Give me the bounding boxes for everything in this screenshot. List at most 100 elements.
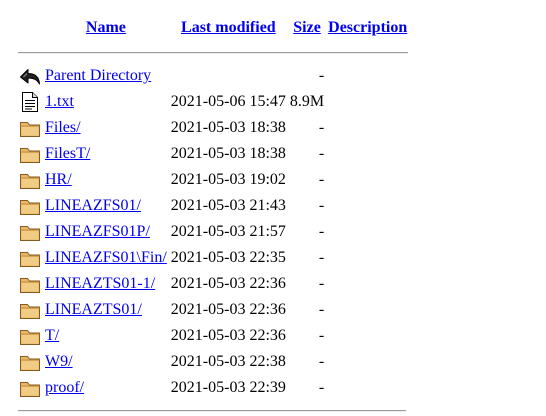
- entry-last-modified: 2021-05-03 22:36: [170, 327, 286, 344]
- header-divider: [18, 44, 409, 62]
- entry-link[interactable]: LINEAZTS01-1/: [45, 275, 155, 292]
- entry-size: -: [318, 275, 325, 292]
- entry-size: -: [318, 353, 325, 370]
- entry-description: [327, 64, 408, 88]
- entry-description: [327, 324, 408, 348]
- back-arrow-icon: [19, 65, 41, 87]
- entry-name-cell: LINEAZTS01/: [44, 298, 168, 322]
- folder-icon: [19, 299, 41, 321]
- entry-icon-cell: [18, 272, 42, 296]
- header-icon-spacer: [18, 18, 42, 42]
- entry-size: 8.9M: [289, 93, 325, 110]
- entry-description: [327, 142, 408, 166]
- folder-icon: [19, 195, 41, 217]
- folder-icon: [19, 273, 41, 295]
- entry-last-modified: 2021-05-03 21:57: [170, 223, 286, 240]
- entry-description: [327, 246, 408, 270]
- folder-icon: [19, 169, 41, 191]
- entry-size: -: [318, 301, 325, 318]
- entry-last-modified: 2021-05-03 18:38: [170, 119, 286, 136]
- entry-icon-cell: [18, 64, 42, 88]
- folder-icon: [19, 221, 41, 243]
- entry-icon-cell: [18, 350, 42, 374]
- entry-link[interactable]: 1.txt: [45, 93, 74, 110]
- entry-link[interactable]: Files/: [45, 119, 81, 136]
- entry-icon-cell: [18, 168, 42, 192]
- entry-link[interactable]: HR/: [45, 171, 72, 188]
- entry-description: [327, 116, 408, 140]
- entry-description: [327, 220, 408, 244]
- entry-last-modified: 2021-05-03 18:38: [170, 145, 286, 162]
- entry-last-modified: 2021-05-03 22:35: [170, 249, 286, 266]
- entry-icon-cell: [18, 194, 42, 218]
- entry-last-modified: 2021-05-03 19:02: [170, 171, 286, 188]
- folder-icon: [19, 325, 41, 347]
- entry-name-cell: Files/: [44, 116, 168, 140]
- entry-name-cell: Parent Directory: [44, 64, 168, 88]
- column-header-name: Name: [44, 18, 168, 42]
- entry-icon-cell: [18, 376, 42, 400]
- entry-last-modified: 2021-05-03 22:36: [170, 275, 286, 292]
- entry-link[interactable]: LINEAZFS01/: [45, 197, 141, 214]
- entry-description: [327, 90, 408, 114]
- header-row: Name Last modified Size Description: [18, 18, 408, 42]
- entry-size: -: [318, 197, 325, 214]
- entry-name-cell: T/: [44, 324, 168, 348]
- entry-link[interactable]: LINEAZFS01P/: [45, 223, 150, 240]
- list-item: Files/ 2021-05-03 18:38 -: [18, 116, 408, 140]
- entry-name-cell: proof/: [44, 376, 168, 400]
- entry-name-cell: LINEAZFS01/: [44, 194, 168, 218]
- entry-description: [327, 272, 408, 296]
- entry-size: -: [318, 171, 325, 188]
- entry-description: [327, 168, 408, 192]
- list-item: W9/ 2021-05-03 22:38 -: [18, 350, 408, 374]
- entry-description: [327, 350, 408, 374]
- list-item: FilesT/ 2021-05-03 18:38 -: [18, 142, 408, 166]
- sort-by-size-link[interactable]: Size: [293, 19, 321, 36]
- entry-name-cell: FilesT/: [44, 142, 168, 166]
- entry-link[interactable]: LINEAZTS01/: [45, 301, 142, 318]
- entry-size: -: [318, 223, 325, 240]
- entry-size: -: [318, 145, 325, 162]
- entry-last-modified: 2021-05-03 22:38: [170, 353, 286, 370]
- list-item: HR/ 2021-05-03 19:02 -: [18, 168, 408, 192]
- footer-divider: [18, 410, 406, 412]
- entry-name-cell: LINEAZFS01P/: [44, 220, 168, 244]
- sort-by-name-link[interactable]: Name: [86, 19, 126, 36]
- column-header-size: Size: [289, 18, 325, 42]
- entry-size: -: [318, 67, 325, 84]
- entry-description: [327, 376, 408, 400]
- sort-by-description-link[interactable]: Description: [328, 19, 407, 36]
- list-item: LINEAZTS01-1/ 2021-05-03 22:36 -: [18, 272, 408, 296]
- entry-name-cell: W9/: [44, 350, 168, 374]
- entry-last-modified: 2021-05-06 15:47: [170, 93, 286, 110]
- entry-icon-cell: [18, 220, 42, 244]
- entry-icon-cell: [18, 116, 42, 140]
- entry-size: -: [318, 379, 325, 396]
- list-item: LINEAZFS01P/ 2021-05-03 21:57 -: [18, 220, 408, 244]
- folder-icon: [19, 351, 41, 373]
- column-header-description: Description: [327, 18, 408, 42]
- entry-link[interactable]: LINEAZFS01\Fin/: [45, 249, 167, 266]
- entry-last-modified: 2021-05-03 21:43: [170, 197, 286, 214]
- entry-icon-cell: [18, 324, 42, 348]
- entry-size: -: [318, 327, 325, 344]
- entry-link[interactable]: FilesT/: [45, 145, 90, 162]
- entry-link[interactable]: proof/: [45, 379, 84, 396]
- folder-icon: [19, 247, 41, 269]
- folder-icon: [19, 117, 41, 139]
- entry-size: -: [318, 249, 325, 266]
- entry-name-cell: 1.txt: [44, 90, 168, 114]
- entry-icon-cell: [18, 142, 42, 166]
- entry-icon-cell: [18, 246, 42, 270]
- directory-listing-table: Name Last modified Size Description Pare…: [16, 16, 410, 402]
- entry-last-modified: 2021-05-03 22:39: [170, 379, 286, 396]
- parent-directory-link[interactable]: Parent Directory: [45, 67, 151, 84]
- list-item: LINEAZFS01/ 2021-05-03 21:43 -: [18, 194, 408, 218]
- sort-by-last-modified-link[interactable]: Last modified: [181, 19, 276, 36]
- entry-last-modified: [170, 64, 287, 88]
- entry-link[interactable]: W9/: [45, 353, 73, 370]
- list-item: LINEAZTS01/ 2021-05-03 22:36 -: [18, 298, 408, 322]
- folder-icon: [19, 377, 41, 399]
- entry-link[interactable]: T/: [45, 327, 59, 344]
